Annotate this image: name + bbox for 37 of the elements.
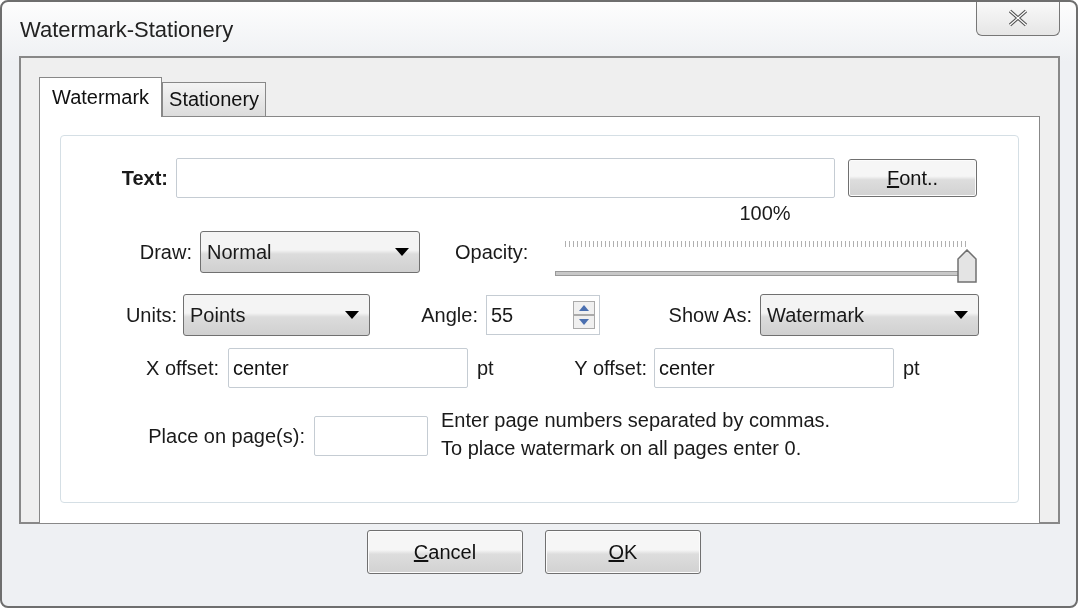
field-label: Draw:	[138, 240, 192, 264]
field-label: X offset:	[145, 356, 219, 380]
field-label: Opacity:	[455, 240, 530, 264]
tab[interactable]: Stationery	[162, 82, 267, 116]
field-label: Units:	[124, 303, 177, 327]
units-dropdown[interactable]: Points	[183, 294, 370, 336]
x-offset-field[interactable]: center	[228, 348, 468, 388]
pages-field[interactable]	[314, 416, 428, 456]
dropdown-arrow-icon	[954, 310, 968, 320]
close-icon	[1007, 8, 1029, 27]
opacity-slider[interactable]	[555, 249, 977, 282]
show-as-dropdown[interactable]: Watermark	[760, 294, 979, 336]
window-title: Watermark-Stationery	[20, 17, 234, 43]
field-label: Place on page(s):	[147, 424, 305, 448]
text-input-field[interactable]	[176, 158, 835, 198]
ok-button[interactable]: OK	[545, 530, 701, 574]
cancel-button[interactable]: Cancel	[367, 530, 523, 574]
angle-spinner[interactable]: 55	[486, 295, 600, 335]
field-label: Y offset:	[573, 356, 647, 380]
spin-down-icon[interactable]	[573, 315, 595, 329]
slider-thumb[interactable]	[957, 249, 977, 284]
dropdown-arrow-icon	[345, 310, 359, 320]
opacity-value: 100%	[739, 202, 791, 226]
field-label: Angle:	[420, 303, 478, 327]
y-offset-field[interactable]: center	[654, 348, 894, 388]
tab[interactable]: Watermark	[39, 77, 163, 117]
hint-text: Enter page numbers separated by commas.	[441, 408, 831, 433]
font-button[interactable]: Font..	[848, 159, 977, 197]
unit-label: pt	[903, 356, 921, 380]
field-label: Show As:	[667, 303, 752, 327]
close-button[interactable]	[976, 2, 1060, 36]
dropdown-arrow-icon	[395, 247, 409, 257]
unit-label: pt	[477, 356, 495, 380]
hint-text: To place watermark on all pages enter 0.	[441, 436, 803, 461]
draw-dropdown[interactable]: Normal	[200, 231, 420, 273]
spin-up-icon[interactable]	[573, 301, 595, 315]
field-label: Text:	[120, 166, 168, 190]
